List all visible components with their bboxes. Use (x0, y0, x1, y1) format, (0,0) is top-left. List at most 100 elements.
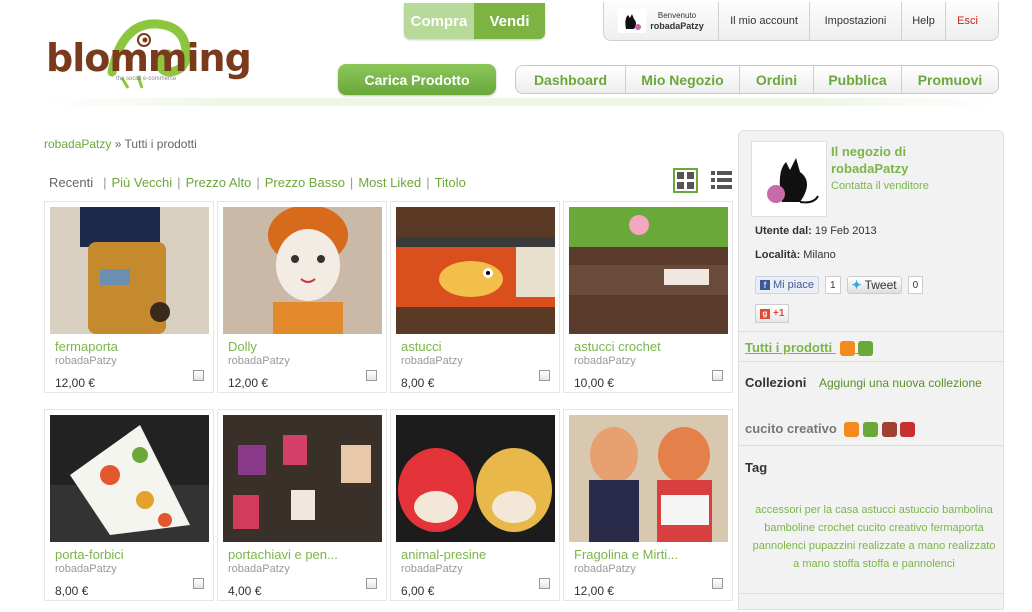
shop-sidebar: Il negozio di robadaPatzy Contatta il ve… (738, 130, 1004, 610)
product-image[interactable] (569, 207, 728, 334)
sort-oldest[interactable]: Più Vecchi (111, 175, 172, 190)
product-checkbox[interactable] (712, 578, 723, 589)
blomming-logo[interactable]: blomming the social e-commerce (44, 12, 252, 98)
product-checkbox[interactable] (712, 370, 723, 381)
contact-seller-link[interactable]: Contatta il venditore (831, 180, 929, 192)
product-seller[interactable]: robadaPatzy (401, 563, 463, 575)
product-price: 12,00 € (574, 584, 615, 598)
product-image[interactable] (569, 415, 728, 542)
product-checkbox[interactable] (539, 578, 550, 589)
nav-publish[interactable]: Pubblica (813, 66, 901, 93)
breadcrumb-shop-link[interactable]: robadaPatzy (44, 137, 111, 151)
upload-product-button[interactable]: Carica Prodotto (338, 64, 496, 95)
product-image[interactable] (223, 415, 382, 542)
nav-my-shop[interactable]: Mio Negozio (625, 66, 739, 93)
product-image[interactable] (396, 207, 555, 334)
product-seller[interactable]: robadaPatzy (228, 563, 290, 575)
collection-name[interactable]: cucito creativo (745, 421, 837, 436)
product-title[interactable]: fermaporta (55, 339, 118, 354)
product-seller[interactable]: robadaPatzy (55, 355, 117, 367)
facebook-like-button[interactable]: f Mi piace (755, 276, 819, 294)
edit-icon[interactable] (881, 422, 897, 438)
rss-icon[interactable] (839, 341, 855, 357)
all-products-link[interactable]: Tutti i prodotti (745, 340, 832, 355)
breadcrumb-separator: » (114, 137, 122, 151)
embed-icon[interactable] (863, 422, 879, 438)
embed-icon[interactable] (858, 341, 874, 357)
product-image[interactable] (396, 415, 555, 542)
product-seller[interactable]: robadaPatzy (574, 355, 636, 367)
product-seller[interactable]: robadaPatzy (401, 355, 463, 367)
location-value: Milano (803, 249, 836, 261)
product-image[interactable] (50, 415, 209, 542)
shop-title-line2: robadaPatzy (831, 161, 909, 176)
user-avatar (618, 9, 647, 33)
welcome-text: Benvenuto robadaPatzy (650, 10, 704, 32)
collections-label: Collezioni (745, 375, 807, 390)
grid-view-button[interactable] (673, 168, 698, 193)
product-card[interactable]: animal-presine robadaPatzy 6,00 € (390, 409, 560, 601)
my-account-link[interactable]: Il mio account (718, 2, 809, 40)
account-bar: Benvenuto robadaPatzy Il mio account Imp… (603, 2, 999, 41)
product-title[interactable]: porta-forbici (55, 547, 124, 562)
product-title[interactable]: astucci crochet (574, 339, 661, 354)
product-title[interactable]: animal-presine (401, 547, 486, 562)
sort-bar: Recenti | Più Vecchi | Prezzo Alto | Pre… (49, 175, 466, 190)
sort-recent[interactable]: Recenti (49, 175, 93, 190)
tweet-count: 0 (907, 276, 924, 294)
welcome-username: robadaPatzy (650, 21, 704, 31)
product-checkbox[interactable] (366, 370, 377, 381)
buy-tab[interactable]: Compra (404, 3, 474, 39)
product-card[interactable]: portachiavi e pen... robadaPatzy 4,00 € (217, 409, 387, 601)
shop-avatar[interactable] (751, 141, 827, 217)
rss-icon[interactable] (844, 422, 860, 438)
product-title[interactable]: portachiavi e pen... (228, 547, 338, 562)
shop-title[interactable]: Il negozio di robadaPatzy (831, 143, 908, 177)
product-price: 12,00 € (228, 376, 269, 390)
facebook-like-label: Mi piace (773, 279, 814, 291)
product-seller[interactable]: robadaPatzy (574, 563, 636, 575)
facebook-icon: f (760, 280, 770, 290)
shop-title-line1: Il negozio di (831, 144, 907, 159)
tag-cloud[interactable]: accessori per la casa astucci astuccio b… (749, 501, 999, 573)
welcome-user[interactable]: Benvenuto robadaPatzy (604, 2, 718, 40)
product-card[interactable]: astucci robadaPatzy 8,00 € (390, 201, 560, 393)
product-price: 10,00 € (574, 376, 615, 390)
product-image[interactable] (50, 207, 209, 334)
tweet-button[interactable]: ✦ Tweet (846, 276, 902, 294)
settings-link[interactable]: Impostazioni (809, 2, 901, 40)
product-title[interactable]: astucci (401, 339, 441, 354)
sell-tab[interactable]: Vendi (474, 3, 545, 39)
logout-link[interactable]: Esci (945, 2, 989, 40)
product-price: 8,00 € (401, 376, 435, 390)
product-checkbox[interactable] (366, 578, 377, 589)
product-card[interactable]: porta-forbici robadaPatzy 8,00 € (44, 409, 214, 601)
product-seller[interactable]: robadaPatzy (228, 355, 290, 367)
nav-promote[interactable]: Promuovi (901, 66, 998, 93)
product-card[interactable]: fermaporta robadaPatzy 12,00 € (44, 201, 214, 393)
sort-most-liked[interactable]: Most Liked (358, 175, 421, 190)
product-checkbox[interactable] (193, 370, 204, 381)
product-card[interactable]: Fragolina e Mirti... robadaPatzy 12,00 € (563, 409, 733, 601)
product-checkbox[interactable] (539, 370, 550, 381)
cat-avatar-icon (752, 142, 826, 216)
product-checkbox[interactable] (193, 578, 204, 589)
sort-price-low[interactable]: Prezzo Basso (265, 175, 345, 190)
product-card[interactable]: Dolly robadaPatzy 12,00 € (217, 201, 387, 393)
help-link[interactable]: Help (901, 2, 945, 40)
sort-title[interactable]: Titolo (435, 175, 466, 190)
delete-icon[interactable] (900, 422, 916, 438)
sort-price-high[interactable]: Prezzo Alto (186, 175, 252, 190)
social-buttons: f Mi piace 1 ✦ Tweet 0 (755, 276, 924, 294)
nav-dashboard[interactable]: Dashboard (516, 66, 625, 93)
product-title[interactable]: Dolly (228, 339, 257, 354)
google-plus-button[interactable]: g +1 (755, 304, 790, 323)
product-seller[interactable]: robadaPatzy (55, 563, 117, 575)
list-view-button[interactable] (709, 168, 734, 193)
product-image[interactable] (223, 207, 382, 334)
tags-label: Tag (745, 460, 768, 475)
product-card[interactable]: astucci crochet robadaPatzy 10,00 € (563, 201, 733, 393)
nav-orders[interactable]: Ordini (739, 66, 813, 93)
add-collection-link[interactable]: Aggiungi una nuova collezione (819, 376, 982, 390)
product-title[interactable]: Fragolina e Mirti... (574, 547, 678, 562)
